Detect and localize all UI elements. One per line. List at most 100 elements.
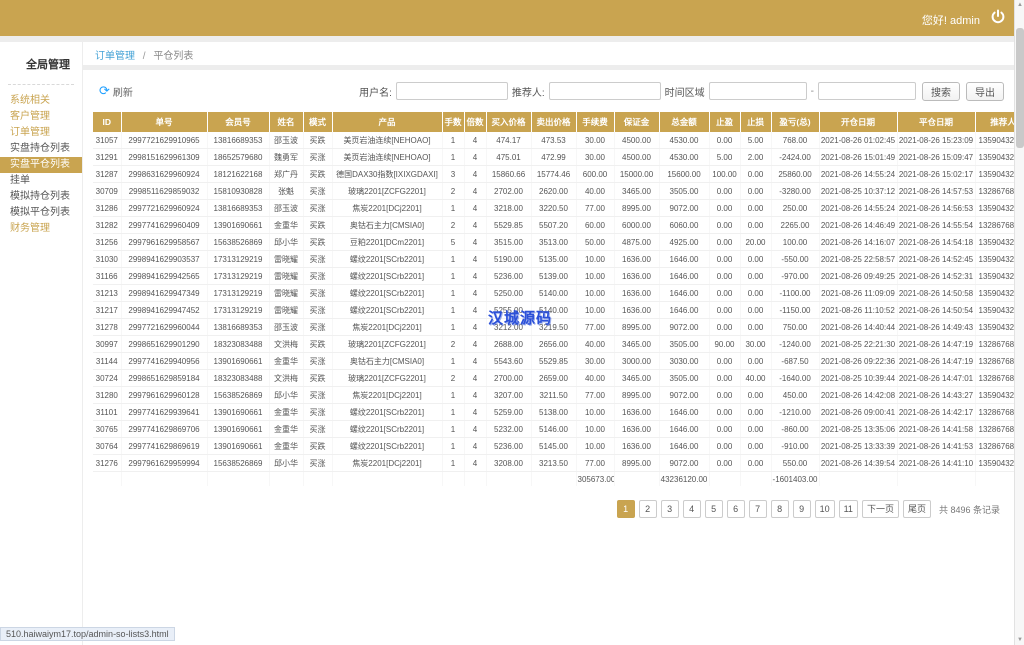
cell: 30724 xyxy=(93,369,122,387)
scroll-down-icon[interactable]: ▼ xyxy=(1015,635,1024,645)
cell: 9072.00 xyxy=(659,318,710,336)
scrollbar-thumb[interactable] xyxy=(1016,28,1024,148)
cell: 2998511629859032 xyxy=(121,182,208,200)
cell: 2021-08-26 14:47:01 xyxy=(897,369,976,387)
scroll-up-icon[interactable]: ▲ xyxy=(1015,0,1024,10)
page-2[interactable]: 2 xyxy=(638,500,657,518)
sidebar-item-模拟持仓列表[interactable]: 模拟持仓列表 xyxy=(0,189,82,205)
page-9[interactable]: 9 xyxy=(792,500,811,518)
next-page-button[interactable]: 下一页 xyxy=(861,500,899,518)
cell: 0.00 xyxy=(709,318,741,336)
cell: 雷晓耀 xyxy=(269,284,304,302)
cell: 0.00 xyxy=(709,250,741,268)
cell: 13901690661 xyxy=(207,420,270,438)
page-3[interactable]: 3 xyxy=(660,500,679,518)
cell: 买跌 xyxy=(303,335,333,353)
cell: 0.00 xyxy=(709,267,741,285)
cell: 5138.00 xyxy=(531,403,577,421)
cell: 买涨 xyxy=(303,420,333,438)
logout-power-icon[interactable] xyxy=(990,9,1006,25)
sidebar-item-客户管理[interactable]: 客户管理 xyxy=(0,109,82,125)
cell: 13590432587 xyxy=(975,284,1014,302)
sidebar-item-实盘平仓列表[interactable]: 实盘平仓列表 xyxy=(0,157,82,173)
cell: 1636.00 xyxy=(614,437,660,455)
cell: 31276 xyxy=(93,454,122,472)
sidebar-divider xyxy=(8,84,74,85)
cell: 100.00 xyxy=(771,233,820,251)
sidebar-item-挂单[interactable]: 挂单 xyxy=(0,173,82,189)
cell: 40.00 xyxy=(576,369,615,387)
cell: 邵玉波 xyxy=(269,318,304,336)
breadcrumb-parent-link[interactable]: 订单管理 xyxy=(95,51,135,62)
cell: 5.00 xyxy=(709,148,741,166)
cell: 2021-08-26 14:52:45 xyxy=(897,250,976,268)
last-page-button[interactable]: 尾页 xyxy=(902,500,931,518)
cell: 焦炭2201[DCj2201] xyxy=(332,318,443,336)
cell: 17313129219 xyxy=(207,284,270,302)
cell: 10.00 xyxy=(576,250,615,268)
toolbar: ⟳ 刷新 用户名: 推荐人: 时间区域 - 搜索 导出 xyxy=(93,80,1004,102)
time-start-input[interactable] xyxy=(708,82,807,100)
page-10[interactable]: 10 xyxy=(814,500,835,518)
cell: 0.00 xyxy=(740,284,772,302)
page-6[interactable]: 6 xyxy=(726,500,745,518)
cell: 2021-08-26 14:46:49 xyxy=(819,216,898,234)
cell: 2021-08-26 14:49:43 xyxy=(897,318,976,336)
sidebar-item-财务管理[interactable]: 财务管理 xyxy=(0,221,82,237)
page-1[interactable]: 1 xyxy=(616,500,635,518)
cell: 2998941629903537 xyxy=(121,250,208,268)
cell: 1646.00 xyxy=(659,420,710,438)
cell: 5145.00 xyxy=(531,437,577,455)
sidebar-item-实盘持仓列表[interactable]: 实盘持仓列表 xyxy=(0,141,82,157)
cell: 31144 xyxy=(93,352,122,370)
cell xyxy=(207,471,270,486)
cell: 2021-08-26 01:02:45 xyxy=(819,132,898,149)
cell: -1150.00 xyxy=(771,301,820,319)
refresh-button[interactable]: ⟳ 刷新 xyxy=(99,84,133,99)
cell: 螺纹2201[SCrb2201] xyxy=(332,403,443,421)
page-4[interactable]: 4 xyxy=(682,500,701,518)
cell: 20.00 xyxy=(740,233,772,251)
username-input[interactable] xyxy=(395,82,508,100)
page-8[interactable]: 8 xyxy=(770,500,789,518)
search-button[interactable]: 搜索 xyxy=(922,81,960,101)
cell: 13590432587 xyxy=(975,301,1014,319)
cell: 1 xyxy=(442,437,465,455)
sidebar-item-模拟平仓列表[interactable]: 模拟平仓列表 xyxy=(0,205,82,221)
cell: 买涨 xyxy=(303,301,333,319)
page-7[interactable]: 7 xyxy=(748,500,767,518)
sidebar-item-订单管理[interactable]: 订单管理 xyxy=(0,125,82,141)
cell xyxy=(303,471,333,486)
column-header: 推荐人 xyxy=(975,112,1014,132)
content-card: ⟳ 刷新 用户名: 推荐人: 时间区域 - 搜索 导出 ID 单号 会员号 姓名 模式产… xyxy=(83,70,1014,645)
page-11[interactable]: 11 xyxy=(838,500,858,518)
cell: 5139.00 xyxy=(531,267,577,285)
page-5[interactable]: 5 xyxy=(704,500,723,518)
refresh-icon: ⟳ xyxy=(99,83,110,98)
time-end-input[interactable] xyxy=(818,82,916,100)
welcome-text: 您好! admin xyxy=(921,15,980,27)
cell: 2997741629940956 xyxy=(121,352,208,370)
column-header: 保证金 xyxy=(614,112,660,132)
cell: 13286768095 xyxy=(975,369,1014,387)
cell: 1636.00 xyxy=(614,267,660,285)
cell: 2021-08-26 11:09:09 xyxy=(819,284,898,302)
cell: 13590432587 xyxy=(975,148,1014,166)
sidebar-item-系统相关[interactable]: 系统相关 xyxy=(0,93,82,109)
cell: 买涨 xyxy=(303,267,333,285)
cell: -1601403.00 xyxy=(771,471,820,486)
cell: 100.00 xyxy=(709,165,741,183)
vertical-scrollbar[interactable]: ▲ ▼ xyxy=(1014,0,1024,645)
cell: 43236120.00 xyxy=(659,471,710,486)
cell: 4 xyxy=(464,199,487,217)
cell: 473.53 xyxy=(531,132,577,149)
export-button[interactable]: 导出 xyxy=(966,81,1004,101)
cell: 2997961629960128 xyxy=(121,386,208,404)
cell xyxy=(740,471,772,486)
table-row: 31166 2998941629942565 17313129219 雷晓耀 买涨 螺纹2… xyxy=(93,267,1014,285)
cell: 文洪梅 xyxy=(269,335,304,353)
cell: 张魁 xyxy=(269,182,304,200)
cell: 2021-08-26 15:02:17 xyxy=(897,165,976,183)
referrer-input[interactable] xyxy=(548,82,661,100)
cell: 螺纹2201[SCrb2201] xyxy=(332,301,443,319)
